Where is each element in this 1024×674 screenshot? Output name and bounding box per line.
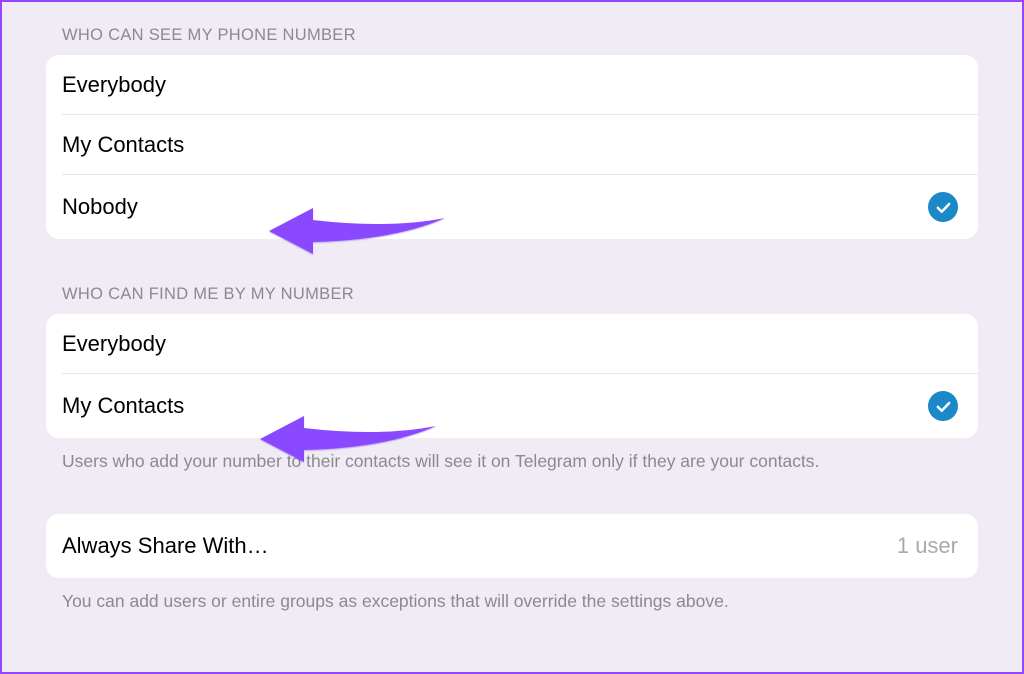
option-label: Nobody (62, 194, 138, 220)
always-share-with-row[interactable]: Always Share With… 1 user (46, 514, 978, 578)
section2-footer: Users who add your number to their conta… (62, 450, 978, 474)
option-everybody[interactable]: Everybody (46, 55, 978, 115)
exception-label: Always Share With… (62, 533, 269, 559)
option-everybody-2[interactable]: Everybody (46, 314, 978, 374)
option-label: Everybody (62, 72, 166, 98)
option-label: My Contacts (62, 393, 184, 419)
option-label: Everybody (62, 331, 166, 357)
section1-list: Everybody My Contacts Nobody (46, 55, 978, 239)
option-my-contacts-2[interactable]: My Contacts (46, 374, 978, 438)
checkmark-icon (928, 391, 958, 421)
section1-header: WHO CAN SEE MY PHONE NUMBER (62, 26, 978, 45)
option-my-contacts[interactable]: My Contacts (46, 115, 978, 175)
exception-value: 1 user (897, 533, 958, 559)
option-nobody[interactable]: Nobody (46, 175, 978, 239)
section2-list: Everybody My Contacts (46, 314, 978, 438)
checkmark-icon (928, 192, 958, 222)
option-label: My Contacts (62, 132, 184, 158)
section3-footer: You can add users or entire groups as ex… (62, 590, 978, 614)
section3-list: Always Share With… 1 user (46, 514, 978, 578)
section2-header: WHO CAN FIND ME BY MY NUMBER (62, 285, 978, 304)
